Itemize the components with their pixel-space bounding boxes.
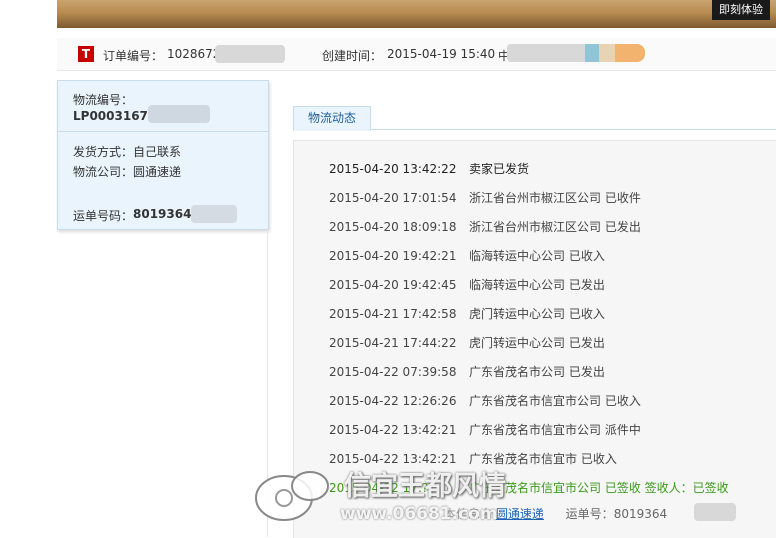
redacted-logistics-id xyxy=(148,105,210,123)
tracking-time: 2015-04-22 13:42:21 xyxy=(329,423,457,437)
redacted-order-number xyxy=(215,45,285,63)
tracking-event: 广东省茂名市信宜市公司 派件中 xyxy=(469,423,641,437)
tracking-time: 2015-04-21 17:42:58 xyxy=(329,307,457,321)
tracking-event: 广东省茂名市信宜市 已收入 xyxy=(469,452,617,466)
tracking-row: 2015-04-21 17:44:22 虎门转运中心公司 已发出 xyxy=(329,333,605,353)
redacted-block-beige xyxy=(599,44,615,62)
tracking-row: 2015-04-22 12:26:26 广东省茂名市信宜市公司 已收入 xyxy=(329,391,641,411)
tracking-row: 2015-04-21 17:42:58 虎门转运中心公司 已收入 xyxy=(329,304,605,324)
tracking-row: 2015-04-22 13:42:21 广东省茂名市信宜市 已收入 xyxy=(329,449,617,469)
created-time-label: 创建时间： xyxy=(322,49,383,63)
tracking-event: 广东省茂名市信宜市公司 已签收 签收人：已签收 xyxy=(469,481,729,495)
top-banner: 即刻体验 xyxy=(57,0,776,28)
tracking-event: 临海转运中心公司 已收入 xyxy=(469,249,605,263)
redacted-block-blue xyxy=(585,44,599,62)
order-number-label: 订单编号： xyxy=(103,49,164,63)
tracking-event: 虎门转运中心公司 已收入 xyxy=(469,307,605,321)
tracking-row: 2015-04-20 19:42:21 临海转运中心公司 已收入 xyxy=(329,246,605,266)
tracking-event: 临海转运中心公司 已发出 xyxy=(469,278,605,292)
redacted-waybill xyxy=(191,205,237,223)
tracking-event: 广东省茂名市信宜市公司 已收入 xyxy=(469,394,641,408)
tracking-time: 2015-04-20 17:01:54 xyxy=(329,191,457,205)
waybill-value: 8019364 xyxy=(133,207,192,221)
redacted-footer-waybill xyxy=(694,503,736,521)
waybill-label: 运单号码： xyxy=(73,209,134,223)
tracking-time: 2015-04-20 19:42:21 xyxy=(329,249,457,263)
ship-method-value: 自己联系 xyxy=(133,145,182,159)
logistics-info-panel: 物流编号： LP0003167 发货方式： 自己联系 物流公司： 圆通速递 运单… xyxy=(57,80,269,230)
tracking-event: 广东省茂名市公司 已发出 xyxy=(469,365,605,379)
carrier-value: 圆通速递 xyxy=(133,165,182,179)
tracking-time: 2015-04-21 17:44:22 xyxy=(329,336,457,350)
tracking-row: 2015-04-20 18:09:18 浙江省台州市椒江区公司 已发出 xyxy=(329,217,641,237)
tab-logistics-updates[interactable]: 物流动态 xyxy=(293,106,371,131)
carrier-label: 物流公司： xyxy=(73,165,134,179)
tracking-event: 浙江省台州市椒江区公司 已收件 xyxy=(469,191,641,205)
logistics-id-value: LP0003167 xyxy=(73,109,148,123)
tracking-event: 虎门转运中心公司 已发出 xyxy=(469,336,605,350)
tracking-time: 2015-04-20 19:42:45 xyxy=(329,278,457,292)
carrier-link[interactable]: 圆通速递 xyxy=(496,507,544,521)
tracking-time: 2015-04-20 18:09:18 xyxy=(329,220,457,234)
tracking-row: 2015-04-22 07:39:58 广东省茂名市公司 已发出 xyxy=(329,362,605,382)
carrier-source-label: 本信息由 xyxy=(443,507,492,521)
ship-method-label: 发货方式： xyxy=(73,145,134,159)
tracking-time: 2015-04-22 17:??:?? xyxy=(329,481,452,495)
order-info-bar: T 订单编号： 1028672 创建时间： 2015-04-19 15:40 中 xyxy=(57,38,776,71)
footer-waybill-label: 运单号： xyxy=(565,507,614,521)
tracking-list: 2015-04-20 13:42:22 卖家已发货 2015-04-20 17:0… xyxy=(293,140,776,538)
vertical-divider xyxy=(267,228,268,537)
tracking-row: 2015-04-20 17:01:54 浙江省台州市椒江区公司 已收件 xyxy=(329,188,641,208)
tracking-event: 卖家已发货 xyxy=(469,162,530,176)
tmall-logo-icon: T xyxy=(78,46,94,62)
created-time-value: 2015-04-19 15:40 xyxy=(387,47,496,61)
tracking-row: 2015-04-20 13:42:22 卖家已发货 xyxy=(329,159,529,179)
tracking-time: 2015-04-22 07:39:58 xyxy=(329,365,457,379)
redacted-block-orange xyxy=(615,44,645,62)
footer-waybill-value: 8019364 xyxy=(613,507,668,521)
tracking-time: 2015-04-22 13:42:21 xyxy=(329,452,457,466)
tracking-time: 2015-04-20 13:42:22 xyxy=(329,162,457,176)
redacted-order-status xyxy=(507,44,587,62)
tracking-row: 2015-04-22 13:42:21 广东省茂名市信宜市公司 派件中 xyxy=(329,420,641,440)
try-now-button[interactable]: 即刻体验 xyxy=(712,0,770,20)
tracking-footer: 本信息由 圆通速递 运单号：8019364 xyxy=(329,505,667,522)
logistics-id-label: 物流编号： xyxy=(73,93,134,107)
tracking-row: 2015-04-20 19:42:45 临海转运中心公司 已发出 xyxy=(329,275,605,295)
order-number-value: 1028672 xyxy=(167,47,221,61)
tracking-time: 2015-04-22 12:26:26 xyxy=(329,394,457,408)
logistics-id-section: 物流编号： LP0003167 xyxy=(58,81,268,132)
tracking-event: 浙江省台州市椒江区公司 已发出 xyxy=(469,220,641,234)
tracking-row-signed: 2015-04-22 17:??:?? 广东省茂名市信宜市公司 已签收 签收人：已… xyxy=(329,478,729,498)
